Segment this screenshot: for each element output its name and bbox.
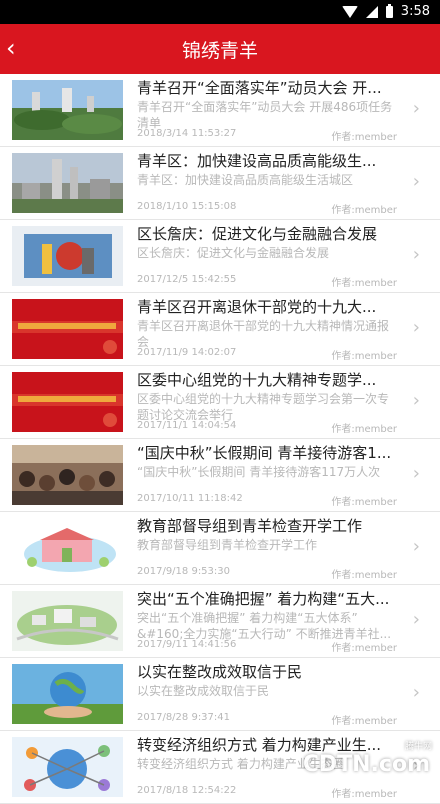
item-author: 作者:member bbox=[331, 643, 397, 654]
item-title: 青羊区：加快建设高品质高能级生... bbox=[137, 152, 377, 170]
list-item[interactable]: 区长詹庆：促进文化与金融融合发展 区长詹庆：促进文化与金融融合发展 2017/1… bbox=[0, 220, 440, 293]
item-title: 突出“五个准确把握” 着力构建“五大... bbox=[137, 590, 390, 608]
chevron-right-icon: › bbox=[412, 536, 420, 557]
item-date: 2017/11/1 14:04:54 bbox=[137, 420, 237, 431]
chevron-right-icon: › bbox=[412, 244, 420, 265]
item-author: 作者:member bbox=[331, 205, 397, 216]
item-date: 2017/12/5 15:42:55 bbox=[137, 274, 237, 285]
item-title: 区委中心组党的十九大精神专题学... bbox=[137, 371, 377, 389]
item-summary: 突出“五个准确把握” 着力构建“五大体系” &#160;全力实施“五大行动” 不… bbox=[137, 611, 392, 641]
wifi-icon bbox=[341, 5, 358, 18]
item-title: 青羊召开“全面落实年”动员大会 开... bbox=[137, 79, 382, 97]
item-author: 作者:member bbox=[331, 570, 397, 581]
thumbnail-finance-illustration bbox=[12, 226, 123, 286]
item-summary: 青羊召开“全面落实年”动员大会 开展486项任务清单 bbox=[137, 100, 393, 130]
watermark-tag: 腾牛网 bbox=[404, 742, 432, 752]
item-summary: 青羊区：加快建设高品质高能级生活城区 bbox=[137, 173, 354, 187]
item-author: 作者:member bbox=[331, 497, 397, 508]
item-date: 2017/10/11 11:18:42 bbox=[137, 493, 243, 504]
item-author: 作者:member bbox=[331, 789, 397, 800]
item-date: 2017/9/18 9:53:30 bbox=[137, 566, 231, 577]
thumbnail-globe-hand bbox=[12, 664, 123, 724]
list-item[interactable]: “国庆中秋”长假期间 青羊接待游客1... “国庆中秋”长假期间 青羊接待游客1… bbox=[0, 439, 440, 512]
page-title: 锦绣青羊 bbox=[181, 40, 258, 62]
item-summary: 青羊区召开离退休干部党的十九大精神情况通报会 bbox=[137, 319, 390, 349]
watermark-brand: CDTN.com bbox=[302, 752, 430, 777]
signal-icon bbox=[365, 5, 378, 18]
item-title: 区长詹庆：促进文化与金融融合发展 bbox=[137, 225, 378, 243]
item-summary: 区长詹庆：促进文化与金融融合发展 bbox=[137, 246, 330, 260]
status-icons: 3:58 bbox=[341, 3, 430, 19]
item-summary: “国庆中秋”长假期间 青羊接待游客117万人次 bbox=[137, 465, 381, 479]
item-author: 作者:member bbox=[331, 278, 397, 289]
item-author: 作者:member bbox=[331, 716, 397, 727]
list-item[interactable]: 青羊区：加快建设高品质高能级生... 青羊区：加快建设高品质高能级生活城区 20… bbox=[0, 147, 440, 220]
item-title: 教育部督导组到青羊检查开学工作 bbox=[137, 517, 363, 535]
list-item[interactable]: 青羊召开“全面落实年”动员大会 开... 青羊召开“全面落实年”动员大会 开展4… bbox=[0, 74, 440, 147]
item-summary: 区委中心组党的十九大精神专题学习会第一次专题讨论交流会举行 bbox=[137, 392, 390, 422]
item-date: 2017/11/9 14:02:07 bbox=[137, 347, 237, 358]
list-item[interactable]: 青羊区召开离退休干部党的十九大... 青羊区召开离退休干部党的十九大精神情况通报… bbox=[0, 293, 440, 366]
thumbnail-school-illustration bbox=[12, 518, 123, 578]
item-date: 2017/8/18 12:54:22 bbox=[137, 785, 237, 796]
thumbnail-crowd-street bbox=[12, 445, 123, 505]
item-date: 2017/9/11 14:41:56 bbox=[137, 639, 237, 650]
chevron-right-icon: › bbox=[412, 171, 420, 192]
chevron-right-icon: › bbox=[412, 682, 420, 703]
list-item[interactable]: 以实在整改成效取信于民 以实在整改成效取信于民 2017/8/28 9:37:4… bbox=[0, 658, 440, 731]
item-summary: 教育部督导组到青羊检查开学工作 bbox=[137, 538, 318, 552]
item-author: 作者:member bbox=[331, 351, 397, 362]
status-bar: 3:58 bbox=[0, 0, 440, 24]
chevron-right-icon: › bbox=[412, 463, 420, 484]
chevron-right-icon: › bbox=[412, 609, 420, 630]
thumbnail-network-globe bbox=[12, 737, 123, 797]
status-time: 3:58 bbox=[400, 4, 430, 19]
news-list: 青羊召开“全面落实年”动员大会 开... 青羊召开“全面落实年”动员大会 开展4… bbox=[0, 74, 440, 804]
app-header: ‹ 锦绣青羊 bbox=[0, 24, 440, 74]
item-date: 2017/8/28 9:37:41 bbox=[137, 712, 231, 723]
list-item[interactable]: 教育部督导组到青羊检查开学工作 教育部督导组到青羊检查开学工作 2017/9/1… bbox=[0, 512, 440, 585]
list-item[interactable]: 突出“五个准确把握” 着力构建“五大... 突出“五个准确把握” 着力构建“五大… bbox=[0, 585, 440, 658]
site-watermark: 腾牛网 CDTN.com bbox=[284, 739, 434, 779]
item-author: 作者:member bbox=[331, 132, 397, 143]
item-date: 2018/1/10 15:15:08 bbox=[137, 201, 237, 212]
item-title: 青羊区召开离退休干部党的十九大... bbox=[137, 298, 377, 316]
list-item[interactable]: 区委中心组党的十九大精神专题学... 区委中心组党的十九大精神专题学习会第一次专… bbox=[0, 366, 440, 439]
item-date: 2018/3/14 11:53:27 bbox=[137, 128, 237, 139]
item-title: 以实在整改成效取信于民 bbox=[137, 663, 303, 681]
thumbnail-urban-planning-render bbox=[12, 591, 123, 651]
chevron-right-icon: › bbox=[412, 317, 420, 338]
chevron-right-icon: › bbox=[412, 98, 420, 119]
battery-icon bbox=[385, 3, 393, 18]
item-title: “国庆中秋”长假期间 青羊接待游客1... bbox=[137, 444, 392, 462]
item-summary: 以实在整改成效取信于民 bbox=[137, 684, 270, 698]
thumbnail-city-aerial bbox=[12, 153, 123, 213]
thumbnail-party-congress-banner bbox=[12, 299, 123, 359]
item-author: 作者:member bbox=[331, 424, 397, 435]
thumbnail-party-congress-banner bbox=[12, 372, 123, 432]
thumbnail-city-skyline bbox=[12, 80, 123, 140]
chevron-right-icon: › bbox=[412, 390, 420, 411]
